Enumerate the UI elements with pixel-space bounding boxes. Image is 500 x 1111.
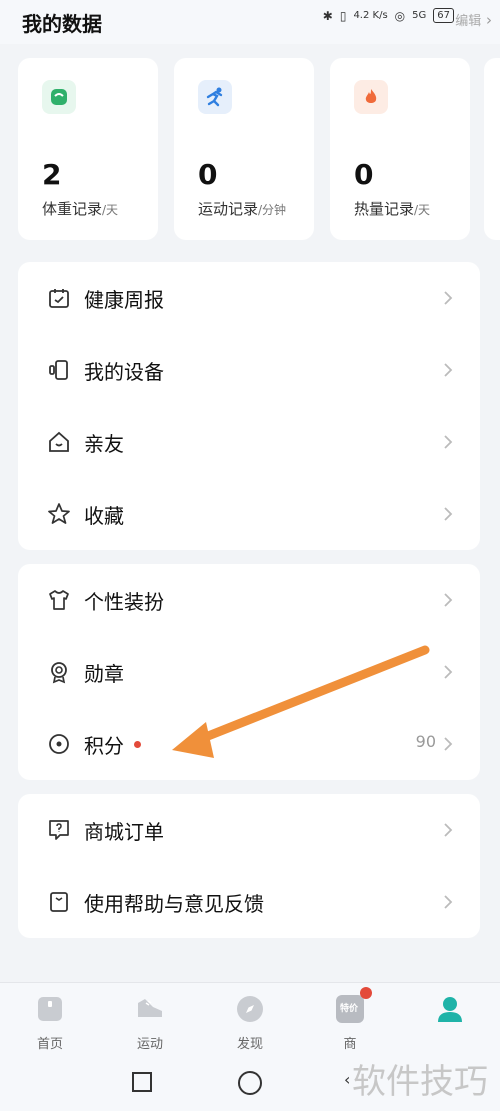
stat-label: 体重记录/天 <box>42 198 118 219</box>
network-speed: 4.2 K/s <box>353 10 388 21</box>
status-header: 我的数据 ✱ ▯ 4.2 K/s ◎ 5G 67 编辑 › <box>0 0 500 44</box>
stat-card-exercise[interactable]: 0 运动记录/分钟 <box>174 58 314 240</box>
hotspot-icon: ◎ <box>394 8 406 23</box>
chevron-right-icon <box>444 507 453 521</box>
stats-row: 2 体重记录/天 0 运动记录/分钟 0 热量记录/天 <box>18 58 500 242</box>
menu-item-help-feedback[interactable]: 使用帮助与意见反馈 <box>18 866 480 938</box>
menu-group-health: 健康周报 我的设备 亲友 收藏 <box>18 262 480 550</box>
tab-label: 商 <box>343 1037 357 1052</box>
notification-dot <box>360 987 372 999</box>
shop-tab-icon: 特价 <box>334 987 372 1025</box>
menu-item-orders[interactable]: 商城订单 <box>18 794 480 866</box>
shoe-tab-icon <box>134 993 166 1025</box>
chevron-right-icon <box>444 435 453 449</box>
recent-apps-button[interactable] <box>132 1072 152 1092</box>
chevron-right-icon <box>444 895 453 909</box>
tab-discover[interactable]: 发现 <box>210 993 290 1052</box>
scale-icon <box>42 80 76 114</box>
menu-item-points[interactable]: 积分 90 <box>18 708 480 780</box>
menu-item-themes[interactable]: 个性装扮 <box>18 564 480 636</box>
stat-card-weight[interactable]: 2 体重记录/天 <box>18 58 158 240</box>
menu-item-favorites[interactable]: 收藏 <box>18 478 480 550</box>
chevron-right-icon <box>444 593 453 607</box>
stat-label-text: 运动记录 <box>198 200 259 218</box>
stat-label-text: 体重记录 <box>42 200 103 218</box>
menu-item-family[interactable]: 亲友 <box>18 406 480 478</box>
stat-label: 运动记录/分钟 <box>198 198 286 219</box>
shop-tab-badge-text: 特价 <box>340 1004 359 1014</box>
menu-item-label: 勋章 <box>84 661 124 686</box>
menu-item-label: 使用帮助与意见反馈 <box>84 891 264 916</box>
stat-value: 2 <box>42 158 62 191</box>
watermark: 软件技巧 <box>352 1062 488 1102</box>
shirt-icon <box>46 587 72 613</box>
menu-item-my-devices[interactable]: 我的设备 <box>18 334 480 406</box>
tab-label: 首页 <box>36 1037 63 1052</box>
menu-item-medals[interactable]: 勋章 <box>18 636 480 708</box>
chevron-right-icon <box>444 665 453 679</box>
tab-exercise[interactable]: 运动 <box>110 993 190 1052</box>
menu-group-personal: 个性装扮 勋章 积分 90 <box>18 564 480 780</box>
menu-group-support: 商城订单 使用帮助与意见反馈 <box>18 794 480 938</box>
stat-card-partial <box>484 58 500 240</box>
flame-icon <box>354 80 388 114</box>
chevron-right-icon <box>444 363 453 377</box>
tab-shop[interactable]: 特价 商 <box>310 987 390 1052</box>
tab-label: 运动 <box>136 1037 163 1052</box>
points-value: 90 <box>415 732 436 751</box>
menu-item-label: 积分 <box>84 733 124 758</box>
menu-item-health-report[interactable]: 健康周报 <box>18 262 480 334</box>
tab-home[interactable]: 首页 <box>10 993 90 1052</box>
notification-dot <box>134 740 141 748</box>
tab-profile[interactable] <box>410 993 490 1033</box>
menu-item-label: 健康周报 <box>84 287 164 312</box>
running-icon <box>198 80 232 114</box>
points-icon <box>46 731 72 757</box>
stat-unit: /天 <box>102 203 119 217</box>
stat-card-calories[interactable]: 0 热量记录/天 <box>330 58 470 240</box>
menu-item-label: 收藏 <box>84 503 124 528</box>
stat-label-text: 热量记录 <box>354 200 415 218</box>
tab-label: 发现 <box>236 1037 263 1052</box>
stat-value: 0 <box>354 158 374 191</box>
vibrate-icon: ▯ <box>339 8 347 23</box>
profile-tab-icon <box>434 993 466 1025</box>
menu-item-label: 亲友 <box>84 431 124 456</box>
status-indicators: ✱ ▯ 4.2 K/s ◎ 5G 67 <box>323 8 454 23</box>
page-title: 我的数据 <box>22 12 102 36</box>
menu-item-label: 个性装扮 <box>84 589 164 614</box>
chevron-right-icon <box>444 737 453 751</box>
bluetooth-icon: ✱ <box>322 8 333 23</box>
stat-value: 0 <box>198 158 218 191</box>
bottom-nav: 首页 运动 发现 特价 商 <box>0 982 500 1054</box>
help-icon <box>46 889 72 915</box>
chevron-right-icon <box>444 823 453 837</box>
home-icon <box>46 429 72 455</box>
calendar-icon <box>46 285 72 311</box>
home-tab-icon <box>34 993 66 1025</box>
menu-item-label: 我的设备 <box>84 359 164 384</box>
signal-label: 5G <box>412 10 427 21</box>
edit-button[interactable]: 编辑 › <box>455 10 492 29</box>
home-button[interactable] <box>238 1071 262 1095</box>
battery-icon: 67 <box>433 8 454 23</box>
menu-item-label: 商城订单 <box>84 819 164 844</box>
chevron-right-icon <box>444 291 453 305</box>
stat-label: 热量记录/天 <box>354 198 430 219</box>
medal-icon <box>46 659 72 685</box>
order-icon <box>46 817 72 843</box>
back-button[interactable]: ‹ <box>344 1070 350 1089</box>
compass-tab-icon <box>234 993 266 1025</box>
device-icon <box>46 357 72 383</box>
stat-unit: /分钟 <box>258 203 287 217</box>
chevron-right-icon: › <box>486 11 492 29</box>
stat-unit: /天 <box>414 203 431 217</box>
star-icon <box>46 501 72 527</box>
edit-label: 编辑 <box>455 14 482 29</box>
